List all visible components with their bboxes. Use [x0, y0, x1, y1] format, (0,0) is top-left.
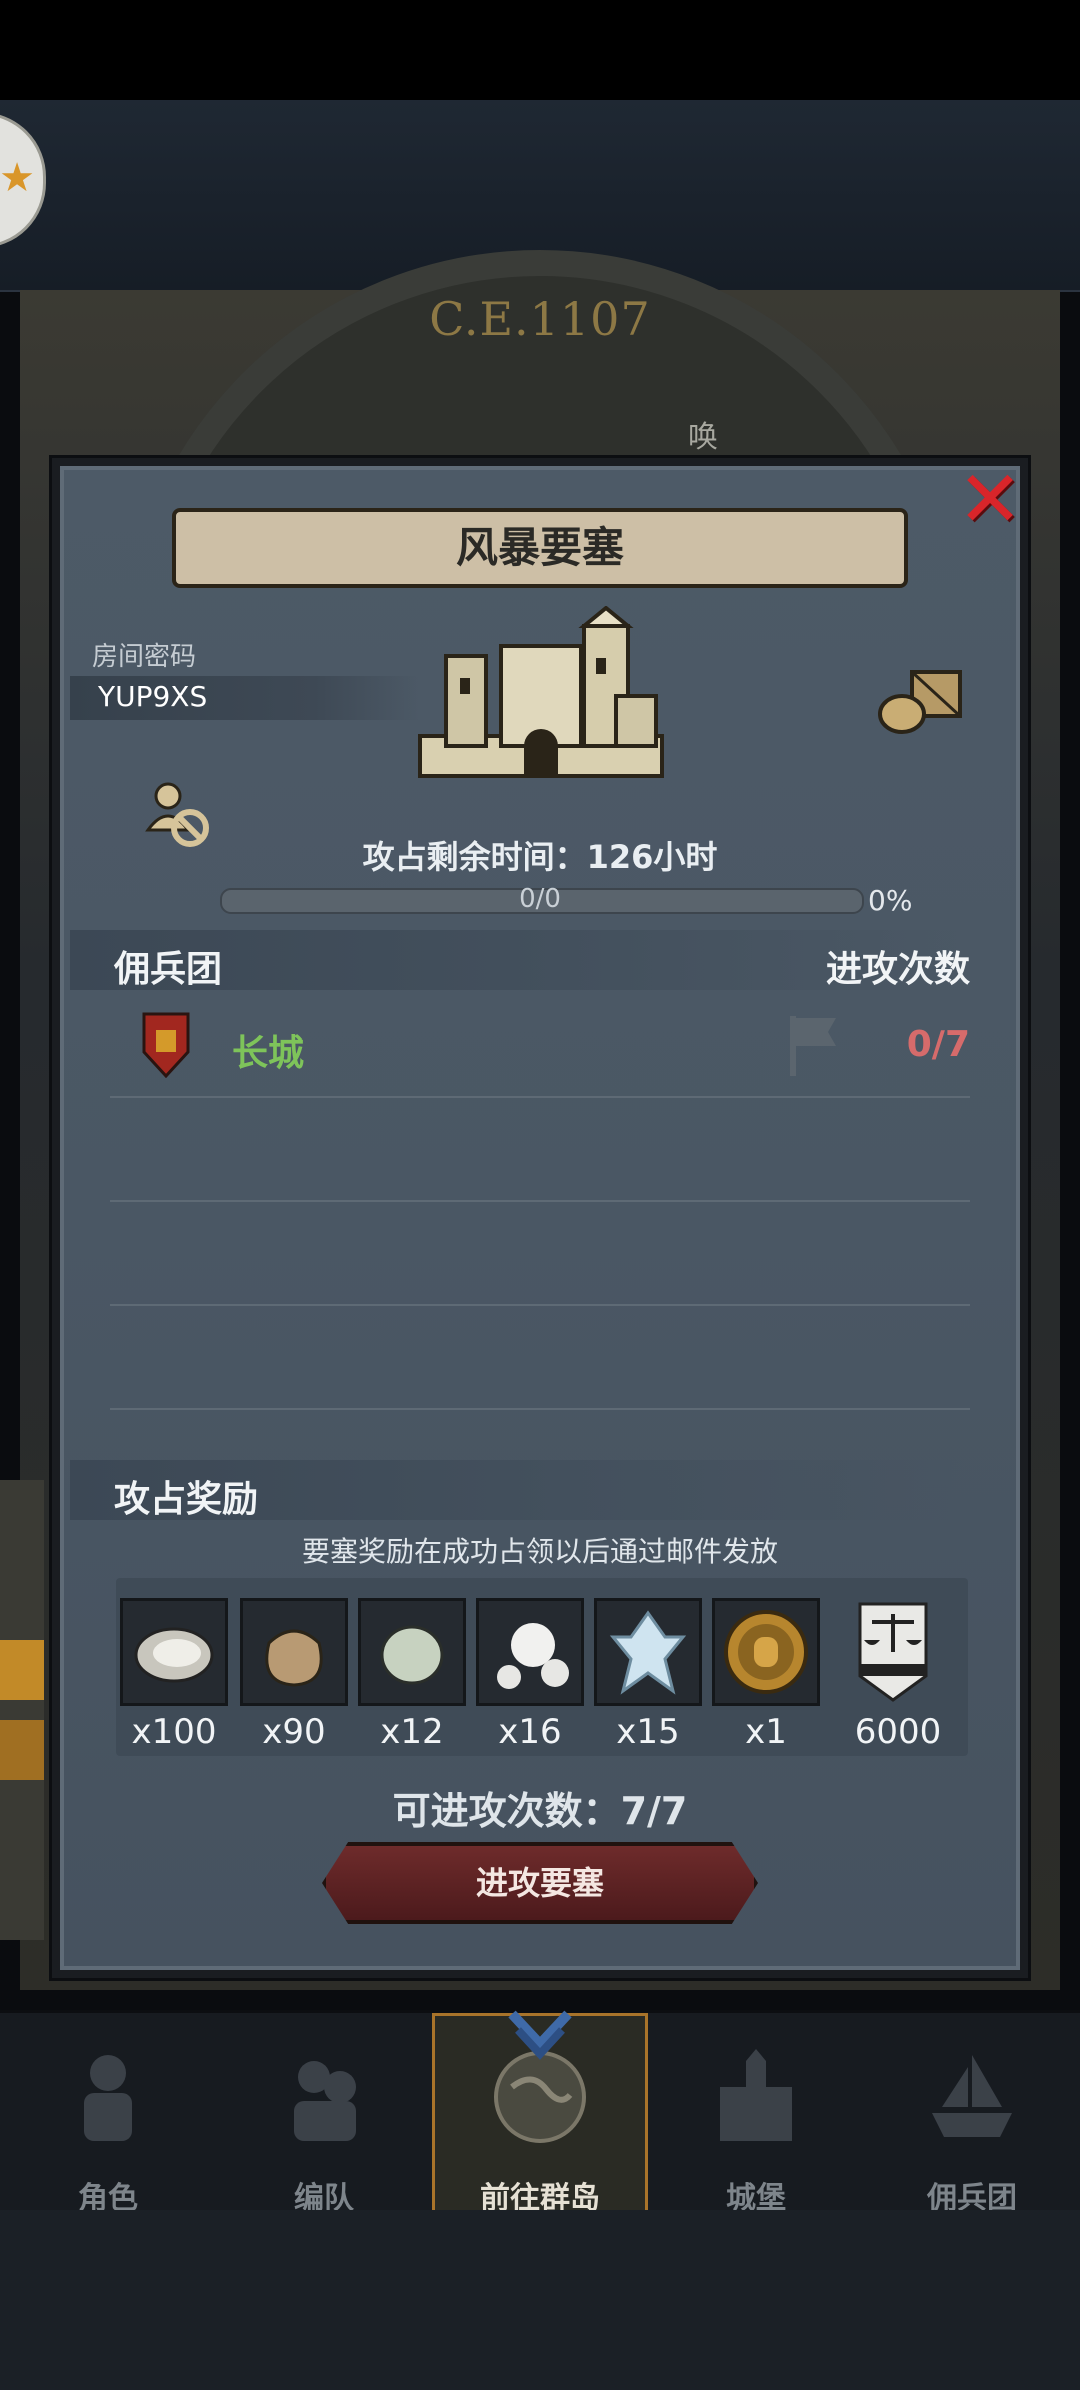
rewards-section-header: 攻占奖励 [70, 1460, 970, 1520]
fortress-castle-icon [416, 605, 666, 782]
era-label: C.E.1107 [429, 292, 651, 346]
star-icon: ★ [0, 155, 35, 201]
reward-item[interactable] [594, 1598, 702, 1706]
attack-fortress-button[interactable]: 进攻要塞 [322, 1842, 758, 1924]
supplies-icon[interactable] [876, 666, 964, 736]
nav-mercenary[interactable]: 佣兵团 [864, 2013, 1080, 2216]
reward-item[interactable] [240, 1598, 348, 1706]
attacks-available: 可进攻次数：7/7 [392, 1789, 688, 1833]
remaining-time: 攻占剩余时间：126小时 [362, 838, 718, 876]
mercenary-section-title: 佣兵团 [114, 949, 223, 990]
scales-banner-icon [856, 1602, 930, 1702]
attacks-column-header: 进攻次数 [825, 949, 970, 990]
row-divider [110, 1304, 970, 1306]
crystal-icon [603, 1607, 693, 1697]
chevron-down-icon [508, 2008, 572, 2064]
side-target-icon[interactable] [0, 1640, 44, 1700]
reward-item[interactable] [848, 1598, 938, 1706]
reward-item[interactable] [358, 1598, 466, 1706]
status-bar [0, 0, 1080, 100]
bottom-area [0, 2210, 1080, 2390]
mercenary-ship-icon [922, 2047, 1022, 2147]
formation-icon [274, 2047, 374, 2147]
room-password-value: YUP9XS [98, 680, 208, 713]
reward-qty: 6000 [854, 1712, 942, 1752]
guild-shield-icon [142, 1012, 190, 1079]
nav-formation[interactable]: 编队 [216, 2013, 432, 2216]
pouch-icon [249, 1607, 339, 1697]
rewards-section-title: 攻占奖励 [114, 1479, 259, 1520]
knight-icon [58, 2047, 158, 2147]
close-icon[interactable]: ✕ [950, 460, 1030, 540]
reward-qty: x1 [745, 1712, 787, 1752]
nav-character[interactable]: 角色 [0, 2013, 216, 2216]
capture-progress-percent: 0% [868, 884, 913, 917]
row-divider [110, 1200, 970, 1202]
reward-item[interactable] [120, 1598, 228, 1706]
side-search-icon[interactable] [0, 1720, 44, 1780]
reward-item[interactable] [476, 1598, 584, 1706]
nav-castle[interactable]: 城堡 [648, 2013, 864, 2216]
knight-medal-icon [721, 1607, 811, 1697]
capture-progress-text: 0/0 [519, 884, 561, 914]
oyster-icon [129, 1607, 219, 1697]
row-divider [110, 1408, 970, 1410]
flag-icon [786, 1014, 842, 1078]
background-label: 唤 [688, 420, 718, 455]
room-password-label: 房间密码 [92, 642, 197, 672]
pearls-icon [485, 1607, 575, 1697]
row-divider [110, 1096, 970, 1098]
mercenary-section-header: 佣兵团 进攻次数 [70, 930, 970, 990]
guild-attack-count: 0/7 [906, 1024, 970, 1065]
guild-name: 长城 [232, 1033, 305, 1074]
guild-row[interactable]: 长城 0/7 [70, 998, 970, 1098]
pale-stone-icon [367, 1607, 457, 1697]
castle-icon [706, 2047, 806, 2147]
reward-qty: x100 [131, 1712, 217, 1752]
rewards-note: 要塞奖励在成功占领以后通过邮件发放 [301, 1535, 778, 1568]
dialog-title: 风暴要塞 [172, 508, 908, 588]
reward-item[interactable] [712, 1598, 820, 1706]
